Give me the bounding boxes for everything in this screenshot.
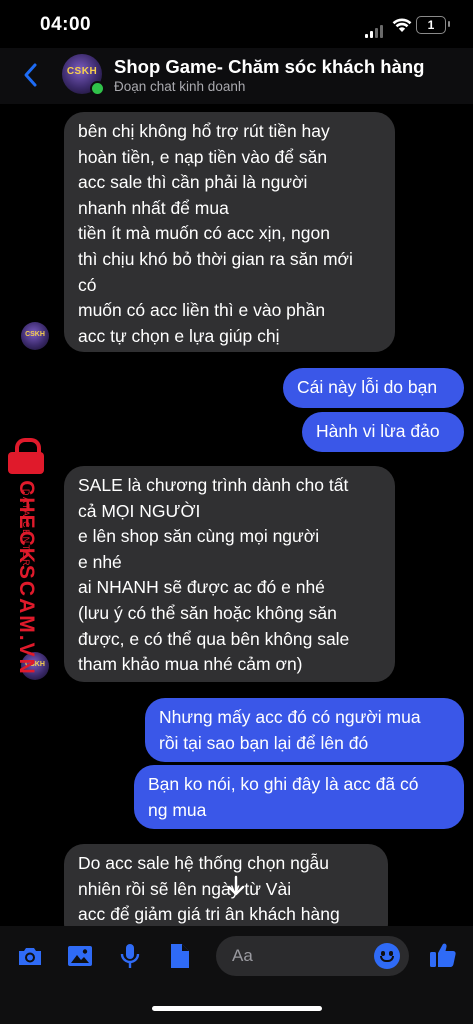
message-line: nhanh nhất để mua: [78, 197, 229, 218]
message-input-placeholder: Aa: [232, 946, 253, 965]
battery-icon: 1: [416, 16, 450, 34]
emoji-icon[interactable]: [374, 943, 400, 969]
message-incoming[interactable]: SALE là chương trình dành cho tất cả MỌI…: [64, 466, 395, 682]
wifi-icon: [392, 18, 412, 32]
message-line: e nhé: [78, 551, 122, 572]
chat-title[interactable]: Shop Game- Chăm sóc khách hàng: [114, 56, 424, 78]
composer-bar: Aa: [0, 926, 473, 1024]
message-line: acc để giảm giá tri ân khách hàng: [78, 904, 340, 925]
message-line: tiền ít mà muốn có acc xịn, ngon: [78, 223, 330, 244]
status-bar: 04:00 1: [0, 0, 473, 48]
message-line: muốn có acc liền thì e vào phần: [78, 300, 326, 321]
cellular-signal-icon: [365, 20, 385, 38]
message-incoming[interactable]: bên chị không hổ trợ rút tiền hay hoàn t…: [64, 112, 395, 352]
message-line: (lưu ý có thể săn hoặc không săn: [78, 602, 337, 623]
watermark-brand: CHECKSCAM.VN: [15, 480, 38, 676]
chat-subtitle: Đoạn chat kinh doanh: [114, 79, 246, 94]
message-line: được, e có thể qua bên không sale: [78, 628, 350, 649]
message-line: Bạn ko nói, ko ghi đây là acc đã có: [148, 774, 419, 794]
camera-icon[interactable]: [16, 942, 44, 970]
message-line: acc tự chọn e lựa giúp chị: [78, 325, 280, 346]
chat-header: CSKH Shop Game- Chăm sóc khách hàng Đoạn…: [0, 48, 473, 104]
message-line: SALE là chương trình dành cho tất: [78, 475, 349, 495]
chevron-left-icon[interactable]: [20, 62, 42, 88]
message-line: Do acc sale hệ thống chọn ngẫu: [78, 853, 330, 873]
message-line: cả MỌI NGƯỜI: [78, 500, 201, 521]
message-line: Nhưng mấy acc đó có người mua: [159, 707, 421, 727]
home-indicator[interactable]: [152, 1006, 322, 1011]
message-line: thì chịu khó bỏ thời gian ra săn mới: [78, 248, 353, 269]
message-input[interactable]: Aa: [216, 936, 409, 976]
thumbs-up-icon[interactable]: [428, 940, 458, 970]
online-status-dot: [90, 81, 105, 96]
message-line: Cái này lỗi do bạn: [297, 377, 438, 397]
battery-level: 1: [427, 18, 435, 32]
message-outgoing[interactable]: Hành vi lừa đảo: [302, 412, 464, 452]
message-line: ng mua: [148, 799, 207, 820]
message-line: ai NHANH sẽ được ac đó e nhé: [78, 577, 325, 598]
message-line: hoàn tiền, e nạp tiền vào để săn: [78, 146, 328, 167]
image-icon[interactable]: [66, 942, 94, 970]
sender-avatar[interactable]: CSKH: [21, 322, 49, 350]
status-time: 04:00: [40, 14, 92, 35]
message-line: acc sale thì cần phải là người: [78, 172, 308, 193]
message-line: tham khảo mua nhé cảm ơn): [78, 654, 303, 675]
message-outgoing[interactable]: Bạn ko nói, ko ghi đây là acc đã có ng m…: [134, 765, 464, 829]
message-outgoing[interactable]: Cái này lỗi do bạn: [283, 368, 464, 408]
file-icon[interactable]: [166, 942, 194, 970]
arrow-down-icon[interactable]: [224, 874, 248, 898]
avatar-logo: CSKH: [25, 331, 45, 338]
message-line: bên chị không hổ trợ rút tiền hay: [78, 121, 330, 141]
microphone-icon[interactable]: [116, 942, 144, 970]
avatar-logo: CSKH: [66, 66, 98, 77]
message-line: rồi tại sao bạn lại để lên đó: [159, 732, 369, 753]
message-line: e lên shop săn cùng mọi người: [78, 526, 320, 547]
message-line: Hành vi lừa đảo: [316, 421, 440, 441]
watermark: DATA CENTER CHECKSCAM.VN: [4, 438, 48, 676]
message-outgoing[interactable]: Nhưng mấy acc đó có người mua rồi tại sa…: [145, 698, 464, 762]
message-line: có: [78, 274, 97, 295]
